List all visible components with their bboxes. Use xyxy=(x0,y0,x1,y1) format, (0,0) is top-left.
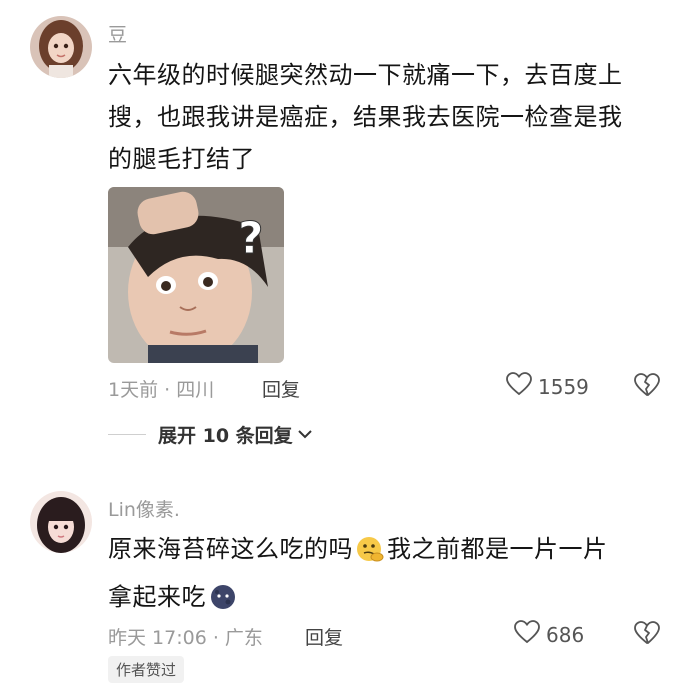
moon-face-emoji-icon xyxy=(208,582,238,624)
dislike-button[interactable] xyxy=(634,373,660,401)
comment-text-line: 拿起来吃 xyxy=(108,576,668,624)
expand-replies-button[interactable]: 展开 10 条回复 xyxy=(108,421,313,448)
comment-text-line: 六年级的时候腿突然动一下就痛一下，去百度上 xyxy=(108,61,623,89)
reply-button[interactable]: 回复 xyxy=(262,375,300,402)
like-count: 686 xyxy=(546,622,585,647)
comment-text: 原来海苔碎这么吃的吗 我之前都是一片一片 拿起来吃 xyxy=(108,528,668,624)
comment-text-segment: 我之前都是一片一片 xyxy=(387,535,608,563)
dislike-button[interactable] xyxy=(634,621,660,649)
broken-heart-icon xyxy=(634,373,660,401)
question-mark-overlay: ? xyxy=(238,213,264,264)
username[interactable]: Lin像素. xyxy=(108,495,180,522)
chevron-down-icon xyxy=(297,425,313,444)
broken-heart-icon xyxy=(634,621,660,649)
thinking-emoji-icon xyxy=(355,534,385,576)
expand-replies-label: 展开 10 条回复 xyxy=(158,425,293,447)
avatar[interactable] xyxy=(30,16,92,78)
divider xyxy=(108,434,146,435)
comment-image[interactable]: ? xyxy=(108,187,284,363)
comment-text: 六年级的时候腿突然动一下就痛一下，去百度上 搜，也跟我讲是癌症，结果我去医院一检… xyxy=(108,54,668,180)
comment-text-line: 的腿毛打结了 xyxy=(108,145,255,173)
username[interactable]: 豆 xyxy=(108,20,127,47)
meme-face-image: ? xyxy=(108,187,284,363)
comment-text-line: 搜，也跟我讲是癌症，结果我去医院一检查是我 xyxy=(108,103,623,131)
author-liked-badge: 作者赞过 xyxy=(108,656,185,683)
avatar[interactable] xyxy=(30,491,92,553)
like-button[interactable]: 686 xyxy=(514,620,584,649)
comment-text-line: 原来海苔碎这么吃的吗 我之前都是一片一片 xyxy=(108,528,668,576)
avatar-image xyxy=(30,491,92,553)
like-button[interactable]: 1559 xyxy=(506,372,589,401)
comment-text-segment: 拿起来吃 xyxy=(108,583,206,611)
heart-outline-icon xyxy=(506,372,532,401)
avatar-image xyxy=(30,16,92,78)
comment-meta: 昨天 17:06 · 广东 xyxy=(108,627,263,649)
like-count: 1559 xyxy=(538,374,589,399)
comment-text-segment: 原来海苔碎这么吃的吗 xyxy=(108,535,353,563)
comment-meta: 1天前 · 四川 xyxy=(108,379,215,401)
heart-outline-icon xyxy=(514,620,540,649)
reply-button[interactable]: 回复 xyxy=(305,623,343,650)
